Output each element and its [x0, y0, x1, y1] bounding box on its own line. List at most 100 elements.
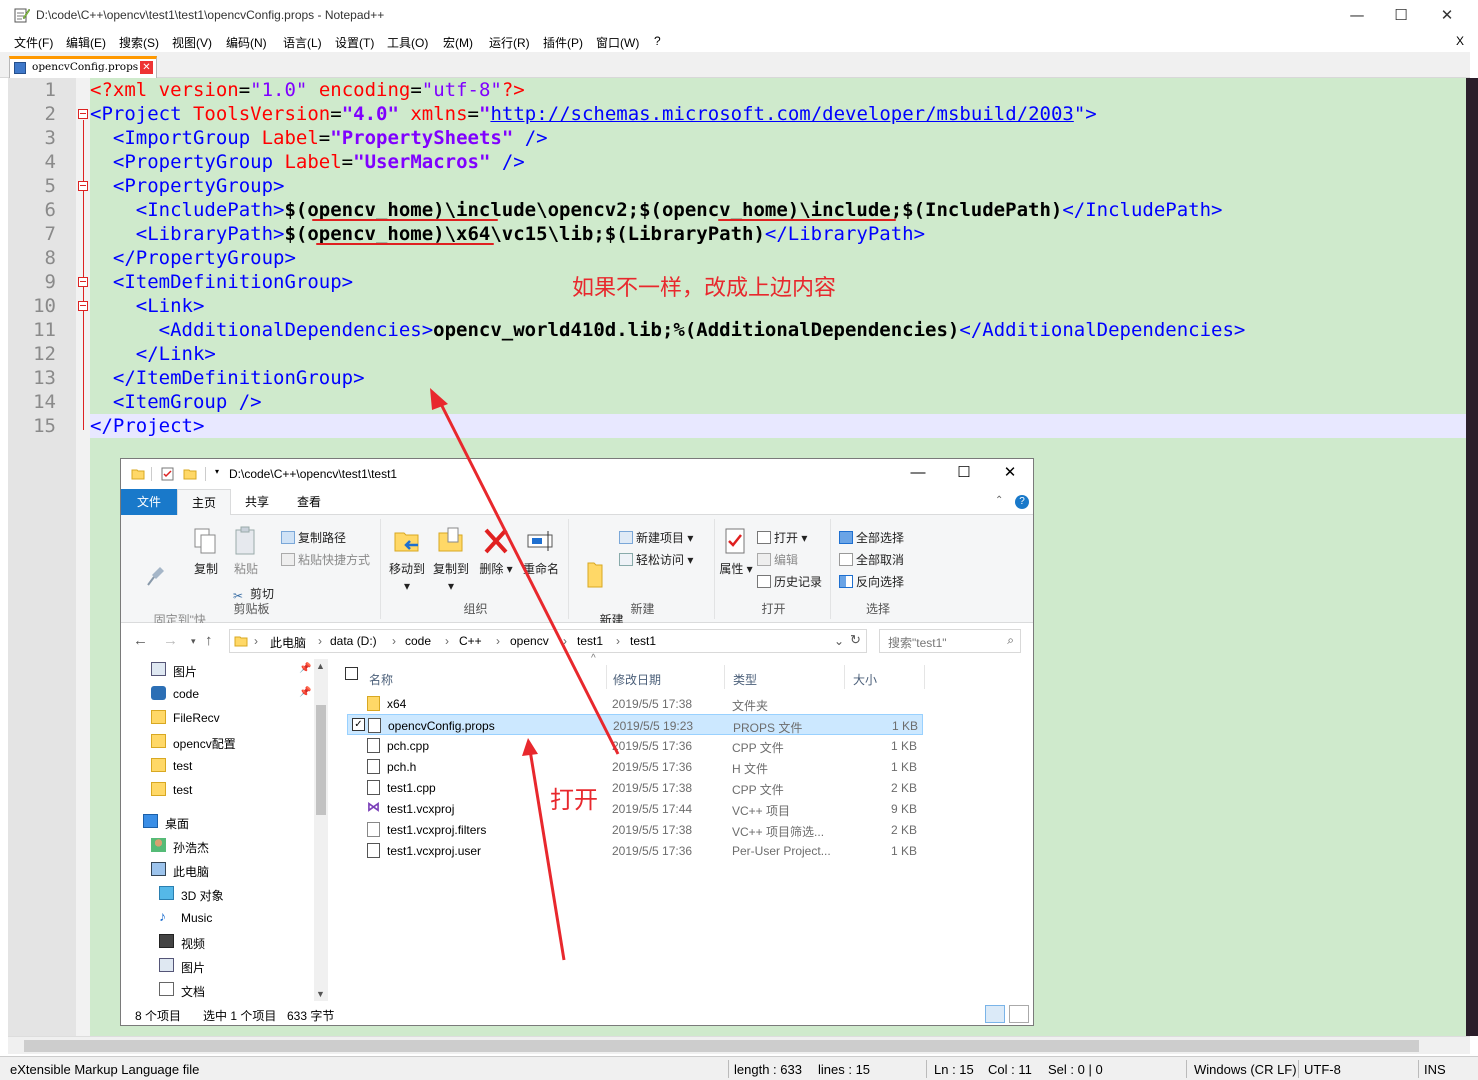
- breadcrumb-cpp[interactable]: C++: [459, 634, 482, 648]
- minimize-button[interactable]: —: [1334, 0, 1380, 32]
- collapse-ribbon-icon[interactable]: ⌃: [995, 495, 1003, 506]
- new-item-button[interactable]: 新建项目 ▾: [619, 529, 693, 546]
- copy-button[interactable]: 复制: [189, 525, 223, 578]
- maximize-button[interactable]: ☐: [1378, 0, 1424, 32]
- explorer-maximize-button[interactable]: ☐: [941, 459, 987, 489]
- invert-selection-button[interactable]: 反向选择: [839, 573, 904, 590]
- refresh-icon[interactable]: ↻: [850, 632, 861, 648]
- menu-search[interactable]: 搜索(S): [119, 34, 159, 51]
- quick-access-dropdown-icon[interactable]: ▾: [215, 467, 229, 481]
- group-organize: 移动到 ▾ 复制到 ▾ 删除 ▾ 重命名 组织: [383, 519, 569, 619]
- delete-button[interactable]: 删除 ▾: [479, 525, 513, 578]
- tab-share[interactable]: 共享: [231, 489, 283, 515]
- forward-arrow-icon[interactable]: →: [163, 632, 178, 649]
- scrollbar-thumb[interactable]: [316, 705, 326, 815]
- scrollbar-thumb[interactable]: [24, 1040, 1419, 1052]
- menu-help[interactable]: ?: [654, 34, 661, 48]
- file-row-test1-vcxproj[interactable]: ⋈ test1.vcxproj 2019/5/5 17:44 VC++ 项目 9 KB: [347, 798, 923, 819]
- code-folder-icon: [151, 686, 166, 700]
- menu-run[interactable]: 运行(R): [489, 34, 530, 51]
- copy-to-button[interactable]: 复制到 ▾: [429, 525, 473, 595]
- select-none-button[interactable]: 全部取消: [839, 551, 904, 568]
- explorer-status-bar: 8 个项目 选中 1 个项目 633 字节: [121, 1003, 1033, 1025]
- rename-button[interactable]: 重命名: [519, 525, 563, 578]
- open-button[interactable]: 打开 ▾: [757, 529, 807, 546]
- properties-button[interactable]: 属性 ▾: [719, 525, 753, 578]
- select-all-checkbox[interactable]: [345, 667, 358, 680]
- fold-toggle-icon[interactable]: [78, 277, 88, 287]
- back-arrow-icon[interactable]: ←: [133, 632, 148, 649]
- file-row-pch-cpp[interactable]: pch.cpp 2019/5/5 17:36 CPP 文件 1 KB: [347, 735, 923, 756]
- documents-icon: [159, 982, 174, 996]
- column-header-type[interactable]: 类型: [725, 665, 845, 689]
- breadcrumb-code[interactable]: code: [405, 634, 431, 648]
- scroll-up-icon[interactable]: ▲: [316, 661, 325, 671]
- close-button[interactable]: ✕: [1424, 0, 1470, 32]
- properties-check-icon[interactable]: [161, 467, 175, 481]
- new-item-icon: [619, 531, 633, 544]
- details-view-icon[interactable]: [985, 1005, 1005, 1023]
- file-row-x64[interactable]: x64 2019/5/5 17:38 文件夹: [347, 693, 923, 714]
- breadcrumb-test1[interactable]: test1: [577, 634, 603, 648]
- tab-view[interactable]: 查看: [283, 489, 335, 515]
- menu-language[interactable]: 语言(L): [283, 34, 322, 51]
- select-all-button[interactable]: 全部选择: [839, 529, 904, 546]
- tab-close-icon[interactable]: ✕: [140, 61, 153, 74]
- large-icons-view-icon[interactable]: [1009, 1005, 1029, 1023]
- menu-view[interactable]: 视图(V): [172, 34, 212, 51]
- column-header-name[interactable]: 名称: [361, 665, 607, 689]
- menu-edit[interactable]: 编辑(E): [66, 34, 106, 51]
- file-row-test1-cpp[interactable]: test1.cpp 2019/5/5 17:38 CPP 文件 2 KB: [347, 777, 923, 798]
- fold-toggle-icon[interactable]: [78, 109, 88, 119]
- recent-locations-icon[interactable]: ▾: [191, 636, 196, 647]
- tab-file[interactable]: 文件: [121, 489, 177, 515]
- xmlns-link[interactable]: http://schemas.microsoft.com/developer/m…: [490, 103, 1073, 125]
- file-row-test1-vcxproj-filters[interactable]: test1.vcxproj.filters 2019/5/5 17:38 VC++ …: [347, 819, 923, 840]
- column-header-size[interactable]: 大小: [845, 665, 925, 689]
- menu-window[interactable]: 窗口(W): [596, 34, 639, 51]
- file-row-test1-vcxproj-user[interactable]: test1.vcxproj.user 2019/5/5 17:36 Per-User…: [347, 840, 923, 861]
- paste-shortcut-button[interactable]: 粘贴快捷方式: [281, 551, 370, 568]
- chevron-down-icon[interactable]: ⌄: [834, 634, 844, 648]
- menu-encoding[interactable]: 编码(N): [226, 34, 267, 51]
- easy-access-button[interactable]: 轻松访问 ▾: [619, 551, 693, 568]
- navigation-scrollbar[interactable]: ▲ ▼: [314, 659, 328, 1001]
- menu-file[interactable]: 文件(F): [14, 34, 53, 51]
- edit-button[interactable]: 编辑: [757, 551, 798, 568]
- edit-icon: [757, 553, 771, 566]
- explorer-minimize-button[interactable]: —: [895, 459, 941, 489]
- line-number: 7: [44, 223, 56, 245]
- explorer-close-button[interactable]: ✕: [987, 459, 1033, 489]
- menu-settings[interactable]: 设置(T): [335, 34, 374, 51]
- up-arrow-icon[interactable]: ↑: [205, 632, 213, 649]
- menu-tools[interactable]: 工具(O): [387, 34, 428, 51]
- column-header-date[interactable]: 修改日期: [605, 665, 725, 689]
- file-row-opencvconfig[interactable]: ✓ opencvConfig.props 2019/5/5 19:23 PROPS …: [347, 714, 923, 735]
- row-checkbox[interactable]: ✓: [352, 718, 365, 731]
- tab-opencvconfig[interactable]: opencvConfig.props ✕: [9, 56, 157, 78]
- paste-button[interactable]: 粘贴: [229, 525, 263, 578]
- line-number: 11: [33, 319, 56, 341]
- breadcrumb-data-d[interactable]: data (D:): [330, 634, 377, 648]
- file-row-pch-h[interactable]: pch.h 2019/5/5 17:36 H 文件 1 KB: [347, 756, 923, 777]
- scroll-down-icon[interactable]: ▼: [316, 989, 325, 999]
- address-bar[interactable]: › 此电脑 › data (D:) › code › C++ › opencv …: [229, 629, 867, 653]
- breadcrumb-this-pc[interactable]: 此电脑: [270, 634, 306, 651]
- fold-toggle-icon[interactable]: [78, 181, 88, 191]
- close-document-button[interactable]: X: [1456, 34, 1464, 48]
- breadcrumb-separator: ›: [563, 634, 567, 648]
- horizontal-scrollbar[interactable]: [8, 1036, 1470, 1054]
- move-to-button[interactable]: 移动到 ▾: [385, 525, 429, 595]
- menu-plugins[interactable]: 插件(P): [543, 34, 583, 51]
- breadcrumb-test1-current[interactable]: test1: [630, 634, 656, 648]
- history-button[interactable]: 历史记录: [757, 573, 822, 590]
- tab-home[interactable]: 主页: [177, 489, 232, 515]
- new-folder-quick-icon[interactable]: [183, 467, 197, 481]
- copy-path-button[interactable]: 复制路径: [281, 529, 346, 546]
- help-icon[interactable]: ?: [1015, 495, 1029, 509]
- search-input[interactable]: 搜索"test1" ⌕: [879, 629, 1021, 653]
- menu-macro[interactable]: 宏(M): [443, 34, 473, 51]
- fold-toggle-icon[interactable]: [78, 301, 88, 311]
- easy-access-icon: [619, 553, 633, 566]
- breadcrumb-opencv[interactable]: opencv: [510, 634, 549, 648]
